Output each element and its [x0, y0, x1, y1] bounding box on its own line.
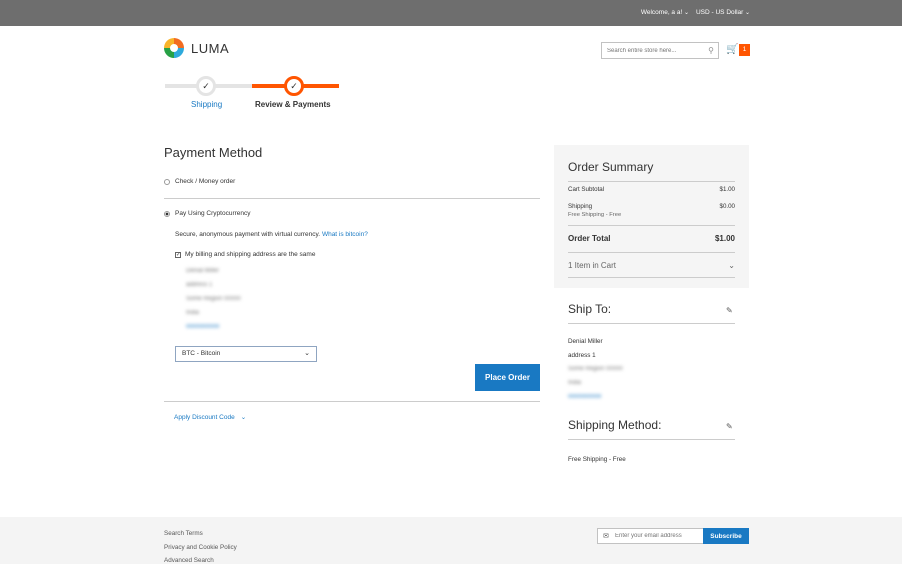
logo-text: LUMA — [191, 40, 230, 56]
step-review-check-icon: ✓ — [284, 76, 304, 96]
divider — [568, 181, 735, 182]
cart-subtotal-row: Cart Subtotal $1.00 — [568, 186, 735, 193]
order-total-row: Order Total $1.00 — [568, 234, 735, 243]
divider — [164, 401, 540, 402]
chevron-down-icon: ⌄ — [304, 350, 310, 357]
newsletter-email-input[interactable] — [615, 529, 701, 543]
welcome-dropdown[interactable]: Welcome, a a! — [641, 9, 689, 16]
checkout-progress-bar: ✓ ✓ Shipping Review & Payments — [165, 74, 339, 114]
billing-country-blurred: India — [186, 310, 200, 316]
apply-discount-toggle[interactable]: Apply Discount Code ⌄ — [174, 413, 246, 422]
shipping-value: $0.00 — [719, 203, 735, 210]
ship-to-name: Denial Miller — [568, 338, 603, 345]
shipping-label: Shipping — [568, 203, 593, 210]
cart-subtotal-value: $1.00 — [719, 186, 735, 193]
crypto-radio[interactable] — [164, 210, 170, 217]
what-is-bitcoin-link[interactable]: What is bitcoin? — [322, 231, 368, 238]
top-bar-links: Welcome, a a! USD - US Dollar — [641, 9, 750, 16]
order-summary-panel: Order Summary Cart Subtotal $1.00 Shippi… — [554, 145, 749, 288]
apply-discount-label[interactable]: Apply Discount Code — [174, 414, 235, 421]
shipping-method-value: Free Shipping - Free — [568, 456, 626, 463]
payment-option-crypto[interactable]: Pay Using Cryptocurrency — [164, 210, 251, 217]
divider — [568, 252, 735, 253]
same-address-option[interactable]: ✓ My billing and shipping address are th… — [175, 251, 315, 258]
footer-link-search-terms[interactable]: Search Terms — [164, 530, 203, 537]
top-bar: Welcome, a a! USD - US Dollar — [0, 0, 902, 26]
divider — [568, 439, 735, 440]
ship-to-region-blurred: Some Region 00000 — [568, 366, 623, 372]
store-logo[interactable]: LUMA — [163, 37, 229, 59]
edit-ship-to-pencil-icon[interactable]: ✎ — [726, 306, 733, 315]
crypto-currency-select[interactable]: BTC - Bitcoin ⌄ — [175, 346, 317, 362]
divider — [568, 277, 735, 278]
newsletter-box: ✉ — [597, 528, 704, 544]
items-in-cart-toggle[interactable]: 1 Item in Cart ⌄ — [568, 261, 735, 270]
billing-phone-blurred: 0000000000 — [186, 324, 220, 330]
same-address-checkbox[interactable]: ✓ — [175, 251, 181, 258]
crypto-description: Secure, anonymous payment with virtual c… — [175, 231, 368, 238]
crypto-label[interactable]: Pay Using Cryptocurrency — [175, 210, 251, 217]
envelope-icon: ✉ — [603, 533, 609, 540]
divider — [568, 225, 735, 226]
ship-to-title: Ship To: — [568, 302, 612, 316]
order-total-value: $1.00 — [714, 234, 735, 243]
billing-address-blurred: address 1 — [186, 282, 213, 288]
search-input[interactable] — [602, 43, 702, 58]
divider — [164, 198, 540, 199]
ship-to-country-blurred: India — [568, 380, 582, 386]
chevron-down-icon[interactable]: ⌄ — [728, 261, 735, 270]
subscribe-button[interactable]: Subscribe — [703, 528, 749, 544]
footer-link-privacy[interactable]: Privacy and Cookie Policy — [164, 544, 237, 551]
edit-shipping-method-pencil-icon[interactable]: ✎ — [726, 422, 733, 431]
same-address-label[interactable]: My billing and shipping address are the … — [185, 251, 315, 258]
currency-switcher[interactable]: USD - US Dollar — [696, 9, 750, 16]
order-summary-title: Order Summary — [568, 160, 654, 174]
place-order-button[interactable]: Place Order — [475, 364, 540, 391]
billing-region-blurred: Some Region 00000 — [186, 296, 241, 302]
ship-to-address: address 1 — [568, 352, 596, 359]
payment-method-title: Payment Method — [164, 145, 263, 160]
search-box: ⚲ — [601, 42, 719, 59]
divider — [568, 323, 735, 324]
footer-link-advanced-search[interactable]: Advanced Search — [164, 557, 214, 564]
cart-subtotal-label: Cart Subtotal — [568, 186, 605, 193]
ship-to-phone-blurred: 0000000000 — [568, 394, 602, 400]
billing-name-blurred: Denial Miller — [186, 268, 220, 274]
cart-icon[interactable]: 🛒 — [726, 44, 738, 55]
crypto-description-text: Secure, anonymous payment with virtual c… — [175, 231, 321, 238]
luma-logo-icon — [163, 37, 185, 59]
chevron-down-icon[interactable]: ⌄ — [241, 413, 246, 421]
check-money-label[interactable]: Check / Money order — [175, 178, 235, 185]
step-shipping-check-icon[interactable]: ✓ — [196, 76, 216, 96]
cart-count-badge[interactable]: 1 — [739, 44, 750, 56]
crypto-currency-value: BTC - Bitcoin — [182, 350, 221, 357]
step-review-label: Review & Payments — [255, 100, 331, 109]
search-icon[interactable]: ⚲ — [708, 46, 714, 55]
footer — [0, 517, 902, 564]
order-total-label: Order Total — [568, 234, 611, 243]
shipping-row: Shipping $0.00 — [568, 203, 735, 210]
shipping-method-title: Shipping Method: — [568, 418, 662, 432]
check-money-radio[interactable] — [164, 178, 170, 185]
payment-option-check[interactable]: Check / Money order — [164, 178, 235, 185]
items-in-cart-label[interactable]: 1 Item in Cart — [568, 261, 616, 270]
step-shipping-link[interactable]: Shipping — [191, 100, 222, 109]
shipping-method-sub: Free Shipping - Free — [568, 212, 622, 218]
